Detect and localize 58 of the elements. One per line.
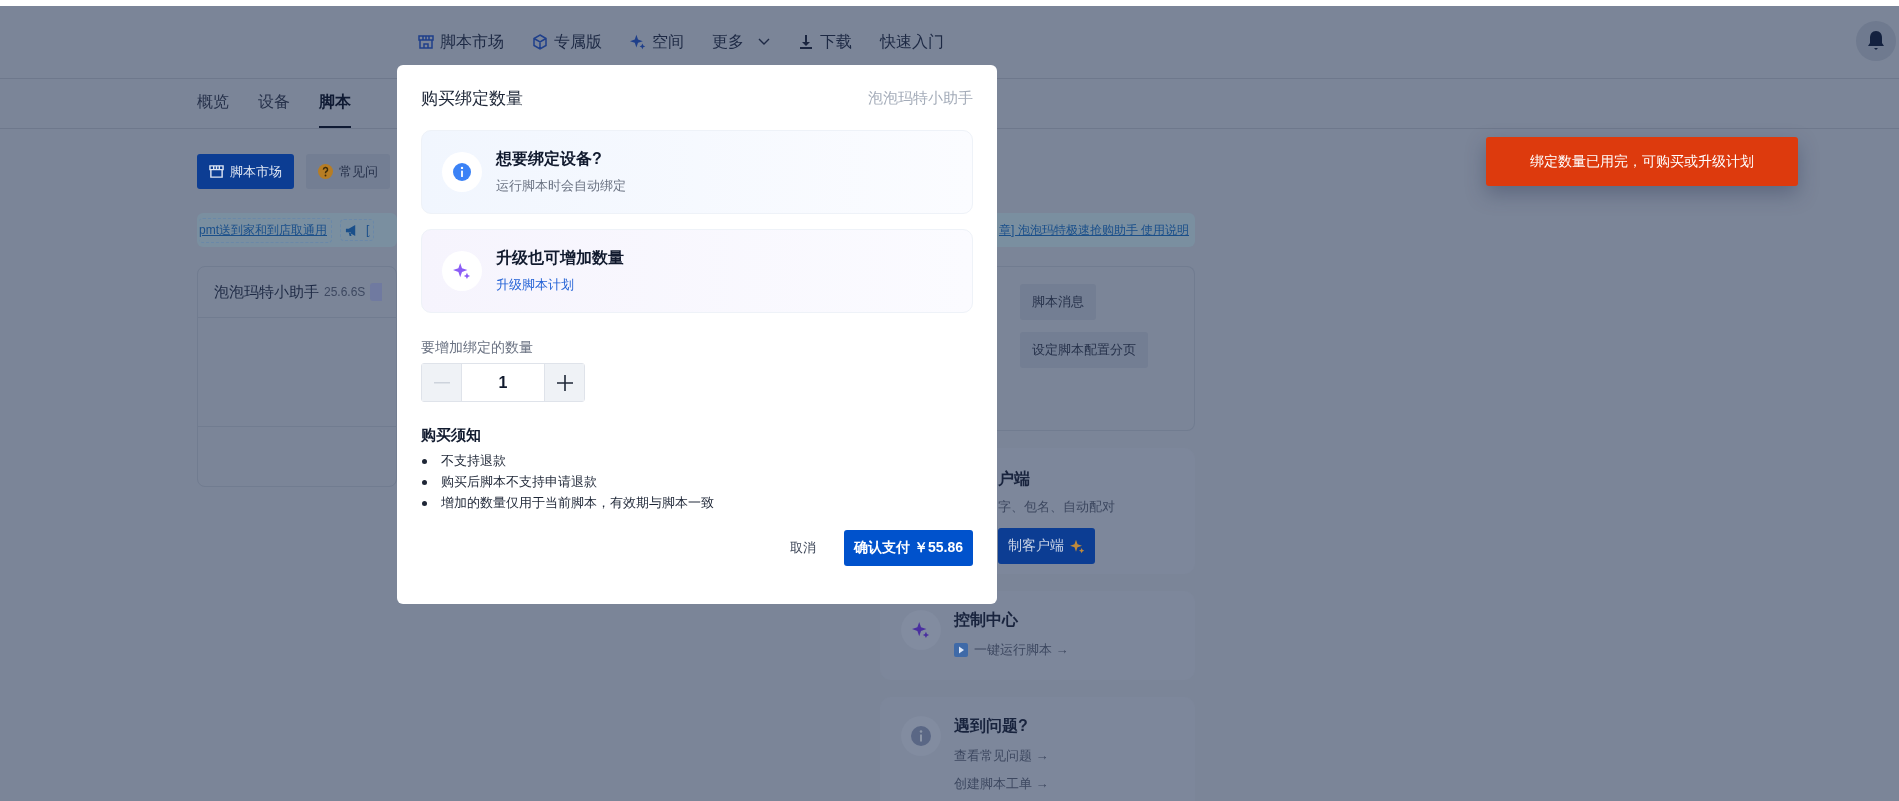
- page-tab[interactable]: 概览: [197, 79, 229, 128]
- page-tab[interactable]: 脚本: [319, 79, 351, 128]
- cube-icon: [532, 34, 548, 50]
- announcement-link[interactable]: [: [340, 219, 375, 241]
- nav-link[interactable]: 快速入门: [880, 31, 944, 53]
- question-icon: [318, 164, 333, 179]
- nav-link[interactable]: 更多: [712, 31, 770, 53]
- script-action-button[interactable]: 脚本消息: [1020, 284, 1096, 320]
- sparkle-icon: [912, 621, 930, 639]
- dialog-title: 购买绑定数量: [421, 88, 523, 110]
- help-link[interactable]: 查看常见问题 →: [954, 747, 1049, 765]
- card-title: 控制中心: [954, 610, 1019, 630]
- nav-link[interactable]: 下载: [798, 31, 852, 53]
- storefront-icon: [418, 34, 434, 50]
- custom-client-button[interactable]: 制客户端: [998, 528, 1095, 564]
- card-title: 户端: [998, 469, 1031, 489]
- storefront-icon: [209, 164, 224, 179]
- download-icon: [798, 34, 814, 50]
- page-tab[interactable]: 设备: [258, 79, 290, 128]
- help-link[interactable]: 创建脚本工单 →: [954, 775, 1049, 793]
- script-name: 泡泡玛特小助手: [868, 89, 973, 108]
- sparkle-icon: [630, 34, 646, 50]
- notice-item: 不支持退款: [441, 453, 506, 470]
- quantity-stepper[interactable]: 1: [421, 363, 585, 402]
- upgrade-plan-link[interactable]: 升级脚本计划: [496, 276, 574, 294]
- notice-title: 购买须知: [421, 426, 482, 445]
- cancel-button[interactable]: 取消: [786, 530, 821, 566]
- minus-icon: [433, 381, 450, 384]
- card-title: 遇到问题?: [954, 716, 1029, 736]
- tip-text: 运行脚本时会自动绑定: [496, 177, 626, 195]
- tip-title: 升级也可增加数量: [496, 248, 624, 268]
- notification-button[interactable]: [1856, 21, 1896, 61]
- sparkle-icon: [453, 262, 471, 280]
- plus-icon: [556, 374, 573, 391]
- confirm-payment-button[interactable]: 确认支付 ￥55.86: [844, 530, 973, 566]
- play-icon: [954, 643, 968, 657]
- chevron-down-icon: [758, 38, 770, 46]
- script-action-button[interactable]: 设定脚本配置分页: [1020, 332, 1148, 368]
- toast-message: 绑定数量已用完，可购买或升级计划: [1486, 137, 1798, 186]
- card-description: 字、包名、自动配对: [998, 498, 1116, 516]
- announcement-link[interactable]: pmt送到家和到店取通用: [199, 217, 332, 243]
- megaphone-icon: [345, 223, 358, 237]
- notice-item: 购买后脚本不支持申请退款: [441, 474, 597, 491]
- info-icon: [911, 726, 931, 746]
- nav-link[interactable]: 专属版: [532, 31, 602, 53]
- sparkle-icon: [1070, 538, 1085, 554]
- nav-link[interactable]: 脚本市场: [418, 31, 504, 53]
- increment-button[interactable]: [545, 364, 584, 401]
- info-icon: [453, 163, 471, 181]
- tip-title: 想要绑定设备?: [496, 149, 603, 169]
- toolbar-button[interactable]: 脚本市场: [197, 154, 294, 189]
- notice-item: 增加的数量仅用于当前脚本，有效期与脚本一致: [441, 495, 714, 512]
- nav-link[interactable]: 空间: [630, 31, 684, 53]
- script-name: 泡泡玛特小助手: [214, 282, 319, 302]
- script-version: 25.6.6S: [324, 285, 366, 299]
- quantity-label: 要增加绑定的数量: [421, 339, 534, 357]
- toolbar-button[interactable]: 常见问: [306, 154, 390, 189]
- bell-icon: [1866, 30, 1886, 52]
